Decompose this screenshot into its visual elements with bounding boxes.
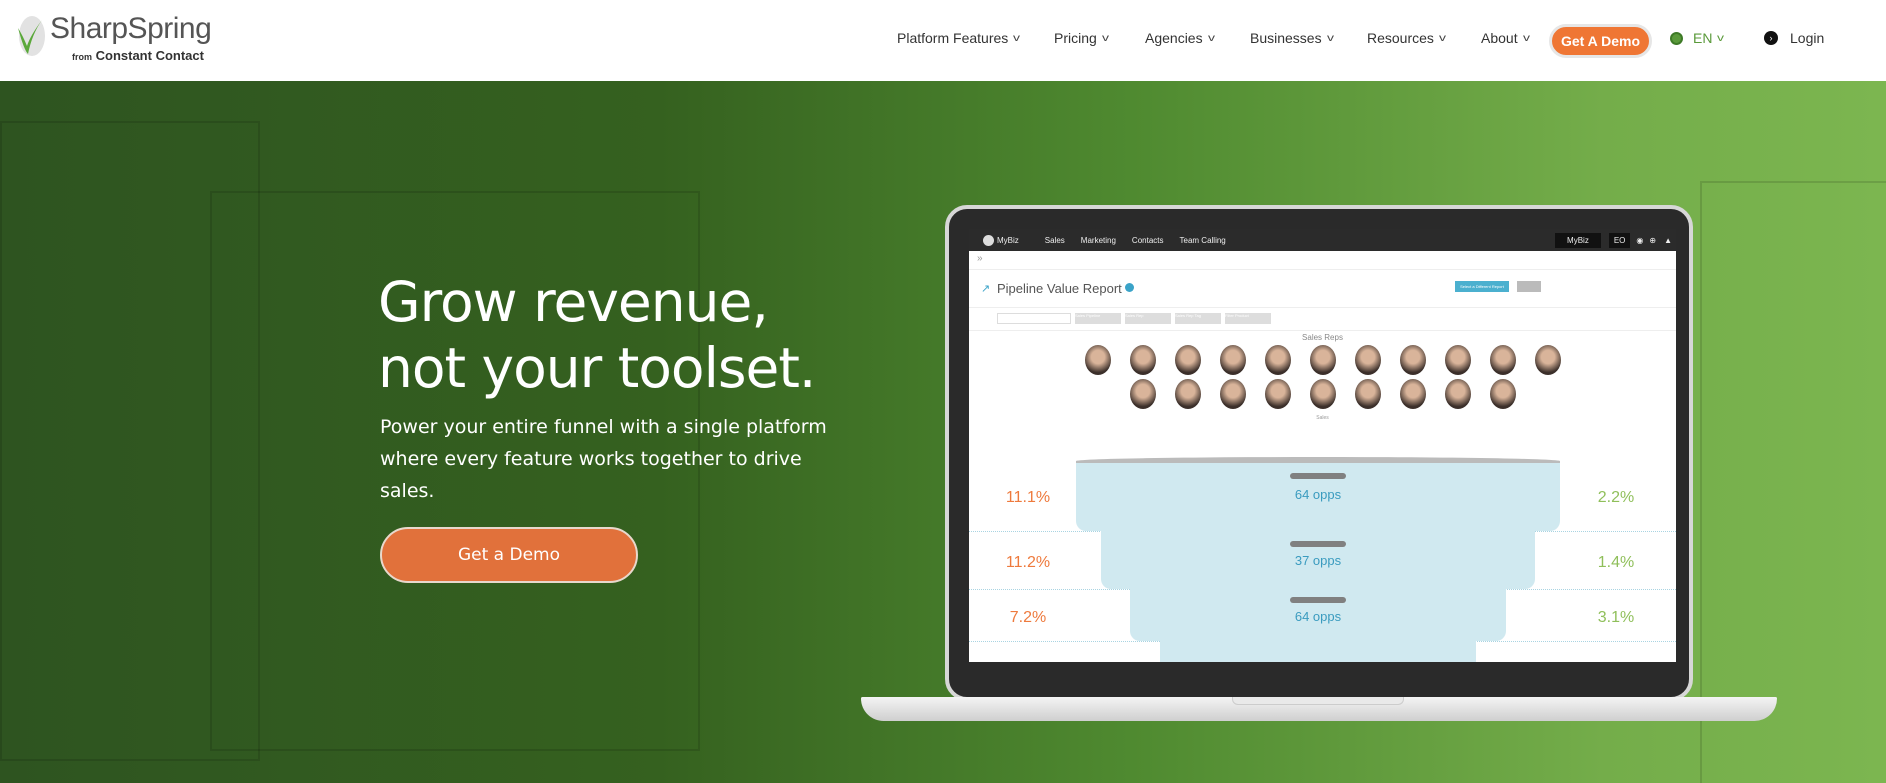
leaf-logo-icon bbox=[18, 16, 45, 56]
rocket-icon: ▲ bbox=[1664, 235, 1672, 245]
nav-pricing[interactable]: Pricing v bbox=[1054, 30, 1109, 46]
avatar bbox=[1399, 345, 1426, 375]
avatar bbox=[1354, 345, 1381, 375]
chevron-down-icon: v bbox=[1207, 32, 1215, 44]
chevron-down-icon: v bbox=[1438, 32, 1446, 44]
laptop-mockup: MyBiz Sales Marketing Contacts Team Call… bbox=[945, 205, 1693, 701]
nav-resources[interactable]: Resources v bbox=[1367, 30, 1446, 46]
trend-icon: ↗ bbox=[981, 283, 991, 295]
avatar bbox=[1309, 379, 1336, 409]
nav-platform-features[interactable]: Platform Features v bbox=[897, 30, 1021, 46]
avatar bbox=[1354, 379, 1381, 409]
search-icon: ◉ bbox=[1636, 235, 1644, 245]
get-a-demo-button[interactable]: Get a Demo bbox=[380, 527, 638, 583]
app-screenshot: MyBiz Sales Marketing Contacts Team Call… bbox=[969, 229, 1676, 662]
avatar bbox=[1174, 379, 1201, 409]
nav-agencies[interactable]: Agencies v bbox=[1145, 30, 1215, 46]
funnel-stage: 64 opps bbox=[1076, 463, 1560, 531]
arrow-circle-right-icon: › bbox=[1764, 31, 1778, 45]
hero-subtitle: Power your entire funnel with a single p… bbox=[380, 416, 827, 502]
chevron-down-icon: v bbox=[1522, 32, 1530, 44]
avatar bbox=[1444, 345, 1471, 375]
avatar bbox=[1084, 345, 1111, 375]
avatar bbox=[1129, 345, 1156, 375]
login-link[interactable]: › Login bbox=[1764, 30, 1824, 46]
sharpspring-logo[interactable]: SharpSpring from Constant Contact bbox=[12, 10, 222, 66]
plus-icon: ⊕ bbox=[1649, 235, 1657, 245]
info-icon bbox=[1125, 283, 1134, 292]
expand-icon: » bbox=[977, 253, 983, 264]
report-title: Pipeline Value Report bbox=[997, 281, 1122, 296]
chevron-down-icon: v bbox=[1326, 32, 1334, 44]
avatar bbox=[1489, 345, 1516, 375]
chevron-down-icon: v bbox=[1013, 32, 1021, 44]
avatar bbox=[1399, 379, 1426, 409]
avatar bbox=[1174, 345, 1201, 375]
filter-bar: Sales Pipeline Sales Rep Sales Rep Tag F… bbox=[997, 313, 1275, 324]
get-a-demo-header-button[interactable]: Get A Demo bbox=[1549, 24, 1652, 58]
sales-reps-row bbox=[969, 345, 1676, 375]
hero-title: Grow revenue, not your toolset. bbox=[378, 270, 816, 400]
hero-section: Grow revenue, not your toolset. Power you… bbox=[0, 81, 1886, 783]
background-window bbox=[1700, 181, 1886, 783]
avatar bbox=[1219, 379, 1246, 409]
avatar bbox=[1129, 379, 1156, 409]
select-report-button: Select a Different Report bbox=[1455, 281, 1509, 292]
language-selector[interactable]: EN v bbox=[1670, 30, 1725, 46]
avatar bbox=[1309, 345, 1336, 375]
chevron-down-icon: v bbox=[1101, 32, 1109, 44]
funnel-stage: 37 opps bbox=[1101, 531, 1535, 589]
avatar bbox=[1264, 379, 1291, 409]
app-topbar: MyBiz Sales Marketing Contacts Team Call… bbox=[969, 229, 1676, 251]
mybiz-logo-icon bbox=[983, 234, 994, 246]
sales-reps-row bbox=[969, 379, 1676, 409]
avatar bbox=[1219, 345, 1246, 375]
avatar bbox=[1264, 345, 1291, 375]
chevron-down-icon: v bbox=[1717, 32, 1725, 44]
globe-icon bbox=[1670, 31, 1683, 45]
avatar bbox=[1534, 345, 1561, 375]
laptop-notch bbox=[1232, 697, 1404, 705]
funnel-stage: 64 opps bbox=[1130, 589, 1506, 641]
nav-about[interactable]: About v bbox=[1481, 30, 1530, 46]
site-header: SharpSpring from Constant Contact Platfo… bbox=[0, 0, 1886, 81]
avatar bbox=[1489, 379, 1516, 409]
nav-businesses[interactable]: Businesses v bbox=[1250, 30, 1334, 46]
avatar bbox=[1444, 379, 1471, 409]
